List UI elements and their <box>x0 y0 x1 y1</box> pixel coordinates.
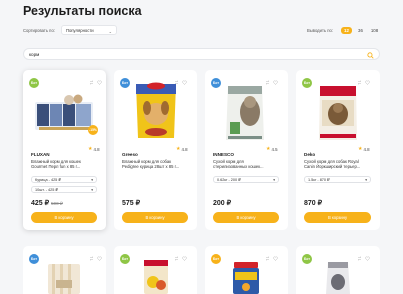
product-image[interactable] <box>314 82 362 144</box>
product-rating: ★ 4.5 <box>266 146 278 152</box>
card-tools <box>89 256 102 261</box>
per-page-option-108[interactable]: 108 <box>369 27 380 34</box>
compare-icon[interactable] <box>357 256 362 261</box>
chevron-down-icon: ▾ <box>273 178 275 183</box>
heart-icon[interactable] <box>182 80 187 85</box>
per-page-option-12[interactable]: 12 <box>341 26 352 34</box>
product-rating: ★ 4.8 <box>88 146 100 152</box>
compare-icon[interactable] <box>89 256 94 261</box>
badge: Бот <box>120 254 130 264</box>
add-to-cart-button[interactable]: В корзину <box>213 212 279 223</box>
star-icon: ★ <box>88 146 93 152</box>
per-page-option-36[interactable]: 36 <box>355 27 366 34</box>
variant-select[interactable]: 1.5кг - 870 ₽ ▾ <box>304 176 371 183</box>
product-rating: ★ 4.8 <box>176 146 188 152</box>
search-icon[interactable] <box>367 51 374 59</box>
heart-icon[interactable] <box>365 80 370 85</box>
product-brand: Greeso <box>122 152 138 157</box>
heart-icon[interactable] <box>97 256 102 261</box>
sort-select-value: Популярности <box>65 27 94 33</box>
product-image[interactable] <box>138 258 174 294</box>
card-tools <box>357 256 370 261</box>
sort-select[interactable]: Популярности ⌄ <box>60 25 117 35</box>
badge: Бот <box>302 78 312 88</box>
product-description[interactable]: Сухой корм для собак Royal Canin Йоркширс… <box>304 159 376 169</box>
page-title: Результаты поиска <box>23 4 142 18</box>
old-price: 500 ₽ <box>51 201 63 206</box>
product-image[interactable] <box>33 92 96 140</box>
badge: Бот <box>211 78 221 88</box>
sort-label: Сортировать по: <box>23 27 55 33</box>
chevron-down-icon: ⌄ <box>108 28 112 34</box>
product-image[interactable] <box>222 82 268 144</box>
product-image[interactable] <box>130 80 182 142</box>
product-brand: INNESCO <box>213 152 234 157</box>
heart-icon[interactable] <box>97 80 102 85</box>
search-input[interactable]: корм <box>23 48 380 60</box>
product-image[interactable] <box>46 262 82 294</box>
product-rating: ★ 4.8 <box>358 146 370 152</box>
badge: Бот <box>29 254 39 264</box>
variant-select[interactable]: 0.62кг - 200 ₽ ▾ <box>213 176 279 183</box>
badge: Бот <box>211 254 221 264</box>
compare-icon[interactable] <box>89 80 94 85</box>
star-icon: ★ <box>266 146 271 152</box>
badge: Бот <box>120 78 130 88</box>
heart-icon[interactable] <box>182 256 187 261</box>
star-icon: ★ <box>176 146 181 152</box>
product-description[interactable]: Влажный корм для кошек Gourmet Перл fun x… <box>31 159 103 169</box>
product-brand: FLUXAN <box>31 152 50 157</box>
product-image[interactable] <box>228 258 264 294</box>
product-description[interactable]: Сухой корм для стерилизованных кошек... <box>213 159 285 169</box>
add-to-cart-button[interactable]: В корзину <box>304 212 371 223</box>
quantity-select[interactable]: 10шт. - 425 ₽ ▾ <box>31 186 97 193</box>
product-price: 575 ₽ <box>122 200 141 207</box>
per-page-label: Выводить по: <box>306 27 333 33</box>
variant-select[interactable]: Курица - 425 ₽ ▾ <box>31 176 97 183</box>
card-tools <box>174 256 187 261</box>
product-price: 870 ₽ <box>304 200 323 207</box>
product-brand: Deko <box>304 152 316 157</box>
sort-bar: Сортировать по: Популярности ⌄ Выводить … <box>23 22 380 38</box>
chevron-down-icon: ▾ <box>91 178 93 183</box>
product-price: 200 ₽ <box>213 200 232 207</box>
add-to-cart-button[interactable]: В корзину <box>122 212 188 223</box>
card-tools <box>89 80 102 85</box>
badge: Бот <box>302 254 312 264</box>
compare-icon[interactable] <box>265 256 270 261</box>
heart-icon[interactable] <box>273 256 278 261</box>
heart-icon[interactable] <box>365 256 370 261</box>
per-page-selector: Выводить по: 12 36 108 <box>306 26 380 34</box>
product-image[interactable] <box>320 258 356 294</box>
compare-icon[interactable] <box>174 256 179 261</box>
search-input-value: корм <box>29 51 40 57</box>
star-icon: ★ <box>358 146 363 152</box>
discount-badge: -15% <box>88 125 98 135</box>
heart-icon[interactable] <box>273 80 278 85</box>
card-tools <box>265 256 278 261</box>
badge: Бот <box>29 78 39 88</box>
product-description[interactable]: Влажный корм для собак Pedigree курица 28… <box>122 159 194 169</box>
add-to-cart-button[interactable]: В корзину <box>31 212 97 223</box>
product-price: 425 ₽ <box>31 200 50 207</box>
chevron-down-icon: ▾ <box>365 178 367 183</box>
chevron-down-icon: ▾ <box>91 188 93 193</box>
